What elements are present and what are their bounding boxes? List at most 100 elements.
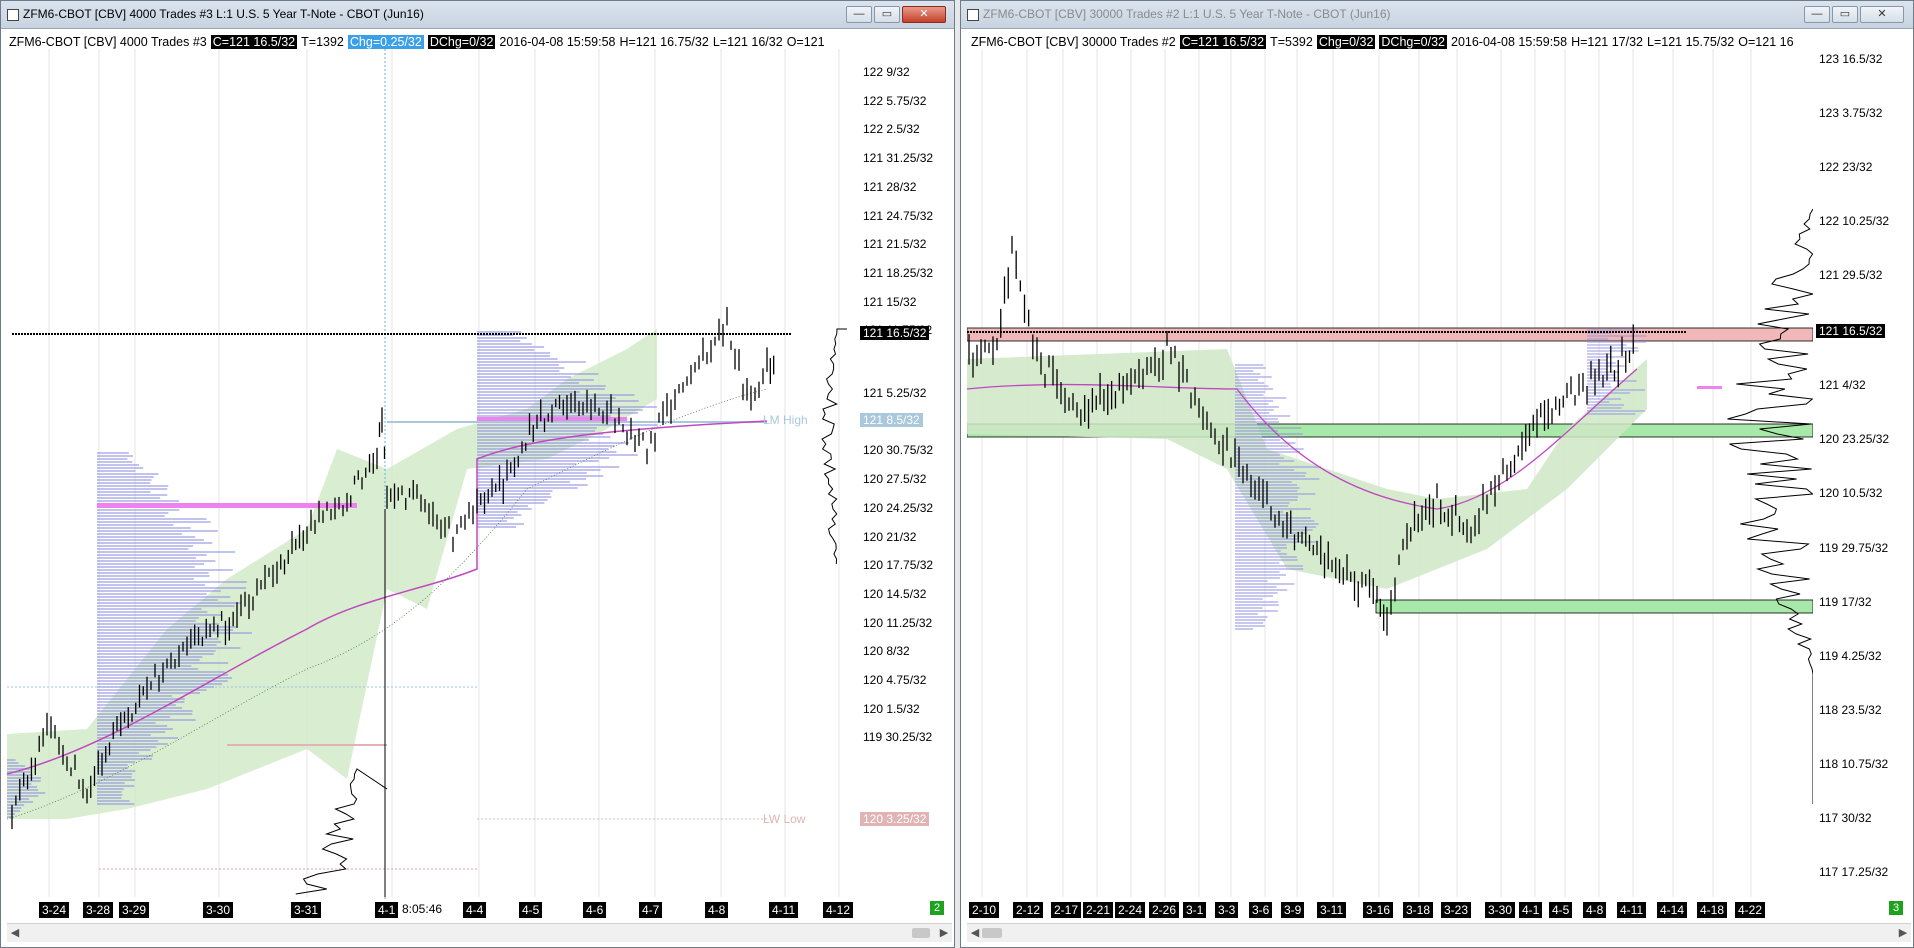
- volume-profile-bar: [1235, 556, 1297, 558]
- close-button[interactable]: ✕: [1860, 6, 1904, 23]
- right-date-axis[interactable]: 2-10 2-12 2-17 2-21 2-24 2-26 3-1 3-3 3-6 3-9 3-11…: [967, 899, 1911, 921]
- volume-profile-bar: [1235, 508, 1311, 510]
- volume-profile-bar: [97, 455, 133, 457]
- volume-profile-bar: [7, 765, 26, 767]
- volume-profile-bar: [97, 626, 236, 628]
- volume-profile-bar: [97, 659, 200, 661]
- volume-profile-bar: [1587, 359, 1608, 361]
- volume-profile-bar: [1587, 401, 1610, 403]
- right-price-tick: 117 30/32: [1819, 811, 1872, 825]
- volume-profile-bar: [1235, 622, 1264, 624]
- volume-profile-bar: [1235, 403, 1269, 405]
- volume-profile-bar: [97, 629, 234, 631]
- volume-profile-bar: [97, 647, 241, 649]
- left-open-value: O=121: [786, 35, 825, 49]
- left-window-title: ZFM6-CBOT [CBV] 4000 Trades #3 L:1 U.S. …: [23, 7, 424, 21]
- right-price-tick: 120 23.25/32: [1819, 432, 1890, 446]
- scroll-right-arrow-icon[interactable]: ▶: [1895, 924, 1911, 942]
- volume-profile-bar: [97, 623, 219, 625]
- volume-profile-bar: [477, 349, 535, 351]
- minimize-button[interactable]: —: [1804, 6, 1830, 23]
- volume-profile-bar: [1235, 475, 1306, 477]
- volume-profile-bar: [97, 578, 194, 580]
- right-price-tick: 118 10.75/32: [1819, 757, 1889, 771]
- left-price-tick: 121 15/32: [863, 294, 917, 309]
- volume-profile-bar: [1235, 541, 1316, 543]
- right-price-plot[interactable]: [967, 29, 1813, 899]
- volume-profile-bar: [1587, 341, 1646, 343]
- right-scroll-thumb[interactable]: [982, 928, 1002, 938]
- left-date-label: 3-29: [119, 902, 150, 918]
- volume-profile-bar: [1235, 451, 1301, 453]
- volume-profile-bar: [1235, 598, 1263, 600]
- volume-profile-bar: [97, 611, 208, 613]
- volume-profile-bar: [477, 484, 588, 486]
- right-date-label: 2-10: [969, 902, 1000, 918]
- volume-profile-bar: [477, 448, 609, 450]
- left-scroll-thumb[interactable]: [912, 928, 930, 938]
- volume-profile-bar: [97, 782, 125, 784]
- left-price-plot[interactable]: [7, 29, 857, 899]
- scroll-left-arrow-icon[interactable]: ◀: [967, 924, 983, 942]
- left-chart-canvas[interactable]: [7, 29, 857, 899]
- volume-profile-bar: [477, 367, 565, 369]
- left-price-tick: 120 1.5/32: [863, 701, 920, 716]
- left-price-axis[interactable]: 122 9/32 122 5.75/32 122 2.5/32 121 31.25/3…: [857, 29, 953, 899]
- volume-profile-bar: [1235, 364, 1264, 366]
- left-price-tick: 120 27.5/32: [863, 472, 927, 487]
- volume-profile-bar: [1587, 386, 1612, 388]
- left-horizontal-scrollbar[interactable]: ◀ ▶: [7, 923, 952, 942]
- right-date-label: 4-8: [1583, 902, 1607, 918]
- right-horizontal-scrollbar[interactable]: ◀ ▶: [967, 923, 1911, 942]
- right-title-bar[interactable]: ZFM6-CBOT [CBV] 30000 Trades #2 L:1 U.S.…: [961, 1, 1913, 29]
- volume-profile-bar: [97, 719, 196, 721]
- volume-profile-bar: [97, 698, 185, 700]
- right-date-label: 3-11: [1317, 902, 1347, 918]
- lm-high-price-tag: 121 8.5/32: [860, 413, 923, 427]
- right-chart-canvas[interactable]: [967, 29, 1813, 899]
- volume-profile-bar: [477, 460, 599, 462]
- volume-profile-bar: [97, 587, 247, 589]
- right-close-value: C=121 16.5/32: [1179, 35, 1267, 49]
- volume-profile-bar: [97, 581, 247, 583]
- volume-profile-bar: [1587, 347, 1639, 349]
- right-symbol: ZFM6-CBOT [CBV] 30000 Trades #2: [971, 35, 1176, 49]
- right-date-label: 4-11: [1617, 902, 1647, 918]
- volume-profile-bar: [477, 454, 638, 456]
- volume-profile-bar: [1235, 439, 1281, 441]
- volume-profile-bar: [477, 388, 605, 390]
- minimize-button[interactable]: —: [846, 6, 872, 23]
- close-button[interactable]: ✕: [902, 6, 946, 23]
- left-price-tick: 121 24.75/32: [863, 208, 934, 223]
- volume-profile-bar: [97, 509, 180, 511]
- left-datetime: 2016-04-08 15:59:58: [499, 35, 616, 49]
- volume-profile-bar: [97, 566, 195, 568]
- volume-profile-bar: [97, 605, 235, 607]
- volume-profile-bar: [97, 650, 216, 652]
- right-price-tick: 121 4/32: [1819, 378, 1866, 392]
- volume-profile-bar: [97, 530, 218, 532]
- volume-profile-bar: [477, 466, 620, 468]
- right-price-axis[interactable]: 123 16.5/32 123 3.75/32 122 23/32 122 10.25…: [1813, 29, 1911, 899]
- volume-profile-bar: [1235, 382, 1265, 384]
- volume-profile-bar: [477, 514, 522, 516]
- left-price-tick: 121 21.5/32: [863, 237, 927, 252]
- volume-profile-bar: [477, 475, 604, 477]
- left-trades-value: T=1392: [301, 35, 344, 49]
- scroll-right-arrow-icon[interactable]: ▶: [936, 924, 952, 942]
- volume-profile-bar: [1235, 595, 1273, 597]
- scroll-left-arrow-icon[interactable]: ◀: [7, 924, 23, 942]
- volume-profile-bar: [1235, 412, 1270, 414]
- volume-profile-bar: [1235, 367, 1266, 369]
- volume-profile-bar: [97, 722, 156, 724]
- left-date-axis[interactable]: 3-24 3-28 3-29 3-30 3-31 4-1 4-4 4-5 4-6 4-7 4-8 4-…: [7, 899, 952, 921]
- restore-button[interactable]: ▭: [1832, 6, 1858, 23]
- volume-profile-bar: [97, 671, 225, 673]
- volume-profile-bar: [97, 656, 203, 658]
- right-date-label: 2-26: [1149, 902, 1180, 918]
- volume-profile-bar: [97, 596, 231, 598]
- left-date-label: 3-31: [291, 902, 322, 918]
- restore-button[interactable]: ▭: [874, 6, 900, 23]
- volume-profile-bar: [1235, 373, 1261, 375]
- left-title-bar[interactable]: ZFM6-CBOT [CBV] 4000 Trades #3 L:1 U.S. …: [1, 1, 954, 29]
